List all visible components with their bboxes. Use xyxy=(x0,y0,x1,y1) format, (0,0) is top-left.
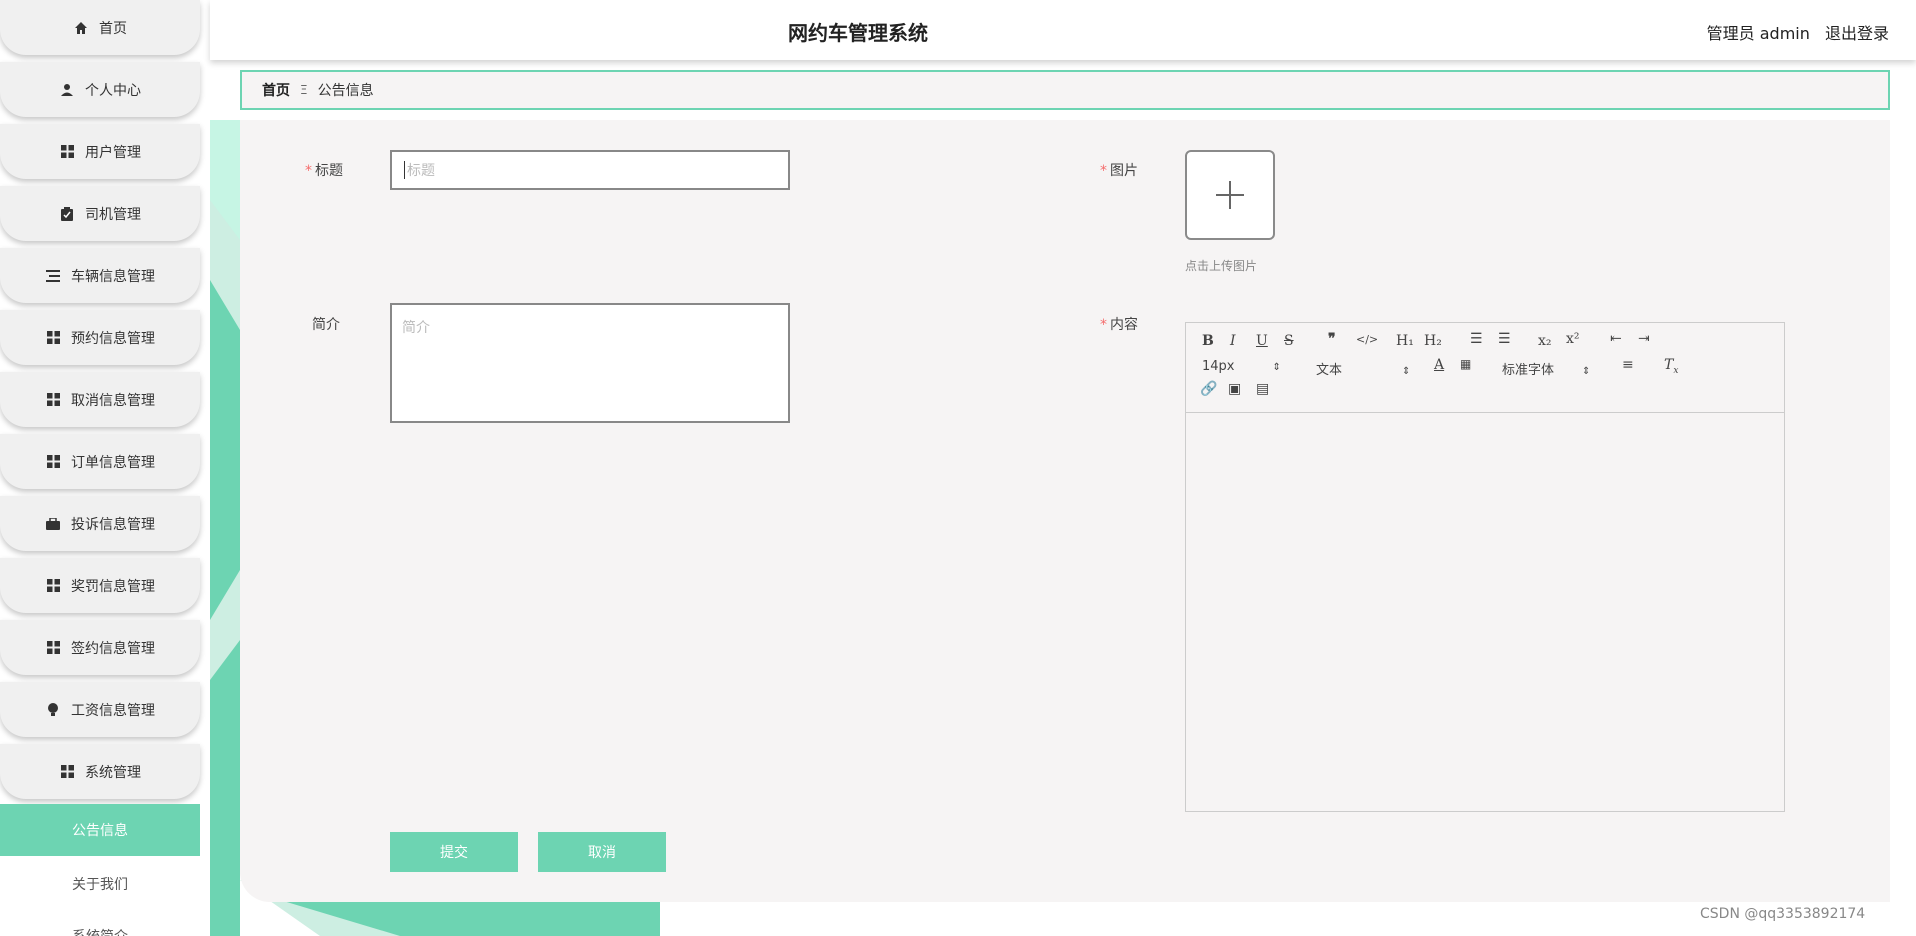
paragraph-select[interactable]: 文本 ⇕ xyxy=(1316,359,1410,378)
title-placeholder: 标题 xyxy=(407,163,435,179)
outdent-icon[interactable]: ⇤ xyxy=(1610,331,1622,347)
sidebar-item[interactable]: 预约信息管理 xyxy=(0,310,200,365)
indent-icon[interactable]: ⇥ xyxy=(1638,331,1650,347)
sidebar-item[interactable]: 工资信息管理 xyxy=(0,682,200,737)
upload-hint: 点击上传图片 xyxy=(1185,259,1258,273)
subscript-icon[interactable]: x₂ xyxy=(1538,333,1552,349)
grid-icon xyxy=(45,392,61,408)
image-upload[interactable] xyxy=(1185,150,1275,240)
sidebar-subitem[interactable]: 系统简介 xyxy=(0,912,200,936)
sidebar-item-label: 工资信息管理 xyxy=(71,702,155,719)
sidebar-item-label: 首页 xyxy=(99,20,127,37)
sidebar-item-label: 系统管理 xyxy=(85,764,141,781)
sidebar-subitem[interactable]: 公告信息 xyxy=(0,804,200,856)
bold-icon[interactable]: B xyxy=(1202,333,1214,349)
sidebar-item[interactable]: 用户管理 xyxy=(0,124,200,179)
grid-icon xyxy=(45,330,61,346)
rich-text-editor: B I U S ❞ </> H₁ H₂ ☰ ☰ x₂ x² ⇤ ⇥ 14px ⇕ … xyxy=(1185,322,1785,812)
grid-icon xyxy=(45,640,61,656)
editor-toolbar: B I U S ❞ </> H₁ H₂ ☰ ☰ x₂ x² ⇤ ⇥ 14px ⇕ … xyxy=(1186,323,1784,413)
intro-label: 简介 xyxy=(312,317,340,333)
sidebar-item[interactable]: 车辆信息管理 xyxy=(0,248,200,303)
background-color-icon[interactable]: ▦ xyxy=(1460,357,1471,371)
link-icon[interactable]: 🔗 xyxy=(1200,381,1217,397)
font-color-icon[interactable]: A xyxy=(1434,357,1444,373)
bulb-icon xyxy=(45,702,61,718)
clipboard-icon xyxy=(59,206,75,222)
list-icon xyxy=(45,268,61,284)
sidebar-item[interactable]: 订单信息管理 xyxy=(0,434,200,489)
underline-icon[interactable]: U xyxy=(1256,333,1268,349)
sidebar-item-label: 司机管理 xyxy=(85,206,141,223)
breadcrumb: 首页 Ξ 公告信息 xyxy=(240,70,1890,110)
watermark: CSDN @qq3353892174 xyxy=(1700,906,1866,922)
top-header: 网约车管理系统 管理员 admin 退出登录 xyxy=(210,0,1916,60)
briefcase-icon xyxy=(45,516,61,532)
title-label: * 标题 xyxy=(305,163,343,179)
grid-icon xyxy=(45,578,61,594)
sidebar-item-label: 车辆信息管理 xyxy=(71,268,155,285)
sidebar-item-label: 奖罚信息管理 xyxy=(71,578,155,595)
page-title: 网约车管理系统 xyxy=(788,21,928,45)
h1-icon[interactable]: H₁ xyxy=(1396,333,1414,349)
sidebar-item[interactable]: 司机管理 xyxy=(0,186,200,241)
quote-icon[interactable]: ❞ xyxy=(1328,331,1336,347)
sidebar-item-label: 用户管理 xyxy=(85,144,141,161)
user-area: 管理员 admin 退出登录 xyxy=(1697,20,1889,44)
sidebar: 首页个人中心用户管理司机管理车辆信息管理 预约信息管理 取消信息管理 订单信息管理 投诉… xyxy=(0,0,200,936)
video-icon[interactable]: ▤ xyxy=(1256,381,1269,397)
superscript-icon[interactable]: x² xyxy=(1566,331,1580,347)
logout-link[interactable]: 退出登录 xyxy=(1825,24,1889,43)
sidebar-item-label: 取消信息管理 xyxy=(71,392,155,409)
sidebar-subitem[interactable]: 关于我们 xyxy=(0,858,200,910)
user-label: 管理员 admin xyxy=(1706,24,1810,43)
sidebar-item-label: 预约信息管理 xyxy=(71,330,155,347)
plus-icon xyxy=(1216,181,1244,209)
align-icon[interactable]: ≡ xyxy=(1622,357,1634,373)
italic-icon[interactable]: I xyxy=(1230,333,1236,349)
code-icon[interactable]: </> xyxy=(1356,333,1378,346)
submit-button[interactable]: 提交 xyxy=(390,832,518,872)
image-icon[interactable]: ▣ xyxy=(1228,381,1241,397)
clear-format-icon[interactable]: Tx xyxy=(1664,357,1678,376)
font-size-select[interactable]: 14px ⇕ xyxy=(1202,359,1281,374)
h2-icon[interactable]: H₂ xyxy=(1424,333,1442,349)
sidebar-item[interactable]: 签约信息管理 xyxy=(0,620,200,675)
sidebar-item[interactable]: 奖罚信息管理 xyxy=(0,558,200,613)
grid-icon xyxy=(59,144,75,160)
sidebar-item[interactable]: 首页 xyxy=(0,0,200,55)
ordered-list-icon[interactable]: ☰ xyxy=(1470,331,1483,347)
breadcrumb-current: 公告信息 xyxy=(317,83,374,99)
chevron-down-icon: ⇕ xyxy=(1582,366,1591,377)
home-icon xyxy=(73,20,89,36)
form-panel: * 标题 标题 简介 简介 * 图片 点击上传图片 * 内容 B I U S ❞ </… xyxy=(240,120,1890,902)
strike-icon[interactable]: S xyxy=(1284,333,1294,349)
image-label: * 图片 xyxy=(1100,163,1138,179)
title-input[interactable]: 标题 xyxy=(390,150,790,190)
sidebar-item-label: 个人中心 xyxy=(85,82,141,99)
chevron-down-icon: ⇕ xyxy=(1402,366,1411,377)
bullet-list-icon[interactable]: ☰ xyxy=(1498,331,1511,347)
sidebar-item[interactable]: 个人中心 xyxy=(0,62,200,117)
intro-textarea[interactable]: 简介 xyxy=(390,303,790,423)
intro-placeholder: 简介 xyxy=(402,320,430,336)
sidebar-item-label: 签约信息管理 xyxy=(71,640,155,657)
cancel-button[interactable]: 取消 xyxy=(538,832,666,872)
content-label: * 内容 xyxy=(1100,317,1138,333)
font-family-select[interactable]: 标准字体 ⇕ xyxy=(1502,359,1590,378)
sidebar-item[interactable]: 取消信息管理 xyxy=(0,372,200,427)
breadcrumb-separator: Ξ xyxy=(300,83,308,97)
grid-icon xyxy=(45,454,61,470)
user-icon xyxy=(59,82,75,98)
sidebar-item-label: 投诉信息管理 xyxy=(71,516,155,533)
grid-icon xyxy=(59,764,75,780)
background-decoration xyxy=(210,120,240,936)
breadcrumb-home[interactable]: 首页 xyxy=(262,80,290,100)
sidebar-item[interactable]: 系统管理 xyxy=(0,744,200,799)
sidebar-item-label: 订单信息管理 xyxy=(71,454,155,471)
sidebar-item[interactable]: 投诉信息管理 xyxy=(0,496,200,551)
chevron-down-icon: ⇕ xyxy=(1272,362,1281,373)
